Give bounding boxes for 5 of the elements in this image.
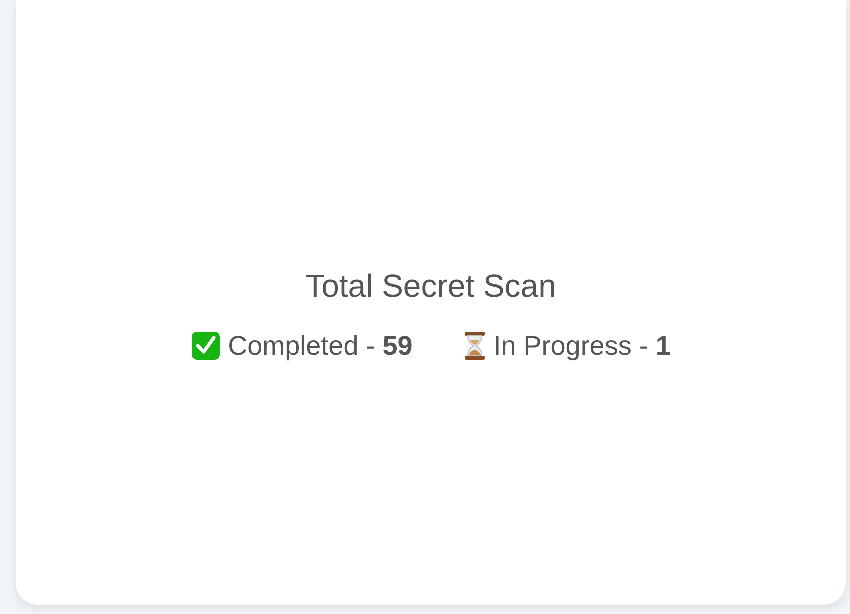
check-icon <box>191 331 222 361</box>
status-text: In Progress - 1 <box>494 330 671 362</box>
hourglass-icon <box>462 331 487 361</box>
status-text: Completed - 59 <box>228 330 413 362</box>
card-title: Total Secret Scan <box>306 268 556 304</box>
